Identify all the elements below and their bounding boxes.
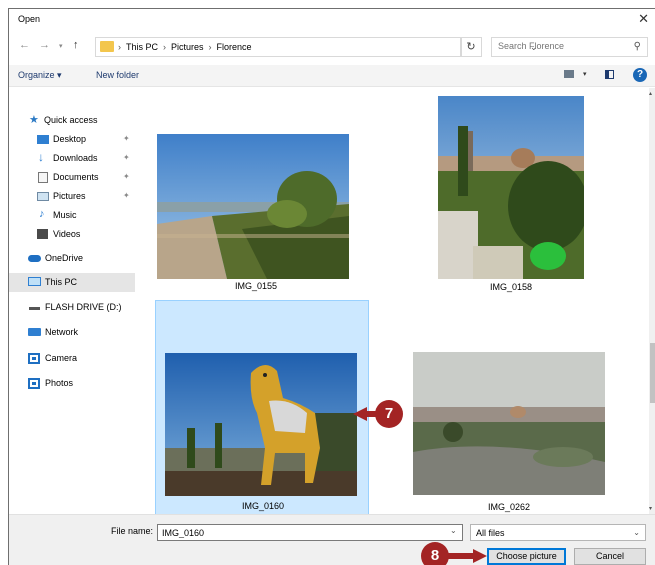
photo-thumbnail [438,96,584,279]
refresh-button[interactable]: ↻ [460,37,482,57]
pin-icon: ✦ [123,191,130,200]
search-box[interactable]: ⚲ [491,37,648,57]
callout-arrow-8 [445,549,487,563]
file-name-dropdown-icon[interactable]: ⌄ [450,526,457,535]
search-icon: ⚲ [633,41,641,52]
file-tile-img-0158[interactable]: IMG_0158 [431,96,591,296]
documents-icon [38,172,48,183]
download-icon: ↓ [38,150,44,164]
window-title: Open [18,14,41,24]
computer-icon [28,277,41,286]
sidebar-item-downloads[interactable]: ↓ Downloads ✦ [9,149,135,168]
address-row: ← → ▾ ↑ ›This PC›Pictures›Florence ⌄ ↻ ⚲ [9,34,655,60]
file-tile-img-0160[interactable]: IMG_0160 [155,300,369,515]
sidebar-item-music[interactable]: ♪ Music [9,206,135,225]
view-options-chevron-icon[interactable]: ▾ [583,70,587,78]
step-7-callout: 7 [375,400,403,428]
back-arrow-icon[interactable]: ← [19,39,30,51]
scroll-up-icon[interactable]: ▴ [649,90,652,97]
folder-icon [100,41,114,52]
organize-menu[interactable]: Organize ▾ [18,70,62,81]
file-name-label: IMG_0160 [241,501,285,511]
breadcrumb-this-pc[interactable]: This PC [126,42,158,52]
dialog-footer: File name: ⌄ All files ⌄ Choose picture … [9,514,655,565]
videos-icon [37,229,48,239]
file-name-label: IMG_0262 [487,502,531,512]
file-name-field[interactable] [157,524,463,541]
onedrive-cloud-icon [28,255,41,262]
forward-arrow-icon[interactable]: → [39,39,50,51]
recent-locations-chevron-icon[interactable]: ▾ [59,42,63,50]
file-view: IMG_0155 IMG_0158 IMG_0160 IMG_0262 7 [136,88,655,515]
sidebar-item-desktop[interactable]: Desktop ✦ [9,130,135,149]
address-bar[interactable]: › This PC › Pictures › Florence ⌄ [95,37,538,57]
up-arrow-icon[interactable]: ↑ [73,39,79,51]
network-icon [28,328,41,336]
change-view-icon[interactable] [564,70,574,78]
sidebar-item-quick-access[interactable]: ★ Quick access [9,111,135,130]
file-type-select[interactable]: All files ⌄ [470,524,646,541]
pictures-icon [37,192,49,201]
sidebar-item-onedrive[interactable]: OneDrive [9,249,135,268]
scroll-down-icon[interactable]: ▾ [649,505,652,512]
vertical-scrollbar[interactable]: ▴ ▾ [649,88,655,514]
star-icon: ★ [29,114,39,126]
breadcrumb-florence[interactable]: Florence [217,42,252,52]
sidebar-item-flash-drive[interactable]: FLASH DRIVE (D:) [9,298,135,317]
sidebar-item-network[interactable]: Network [9,323,135,342]
sidebar-item-this-pc[interactable]: This PC [9,273,135,292]
breadcrumb-pictures[interactable]: Pictures [171,42,204,52]
breadcrumb: › This PC › Pictures › Florence [118,42,252,52]
preview-pane-icon[interactable] [605,70,614,79]
scroll-thumb[interactable] [650,343,655,403]
pin-icon: ✦ [123,134,130,143]
close-icon[interactable]: ✕ [638,11,649,27]
command-bar: Organize ▾ New folder ▾ ? [9,65,655,87]
choose-picture-button[interactable]: Choose picture [487,548,566,565]
sidebar-item-camera[interactable]: Camera [9,349,135,368]
title-bar: Open ✕ [9,9,655,31]
pin-icon: ✦ [123,153,130,162]
file-type-value: All files [476,528,505,538]
chevron-down-icon: ⌄ [633,528,640,537]
desktop-icon [37,135,49,144]
sidebar-item-pictures[interactable]: Pictures ✦ [9,187,135,206]
usb-drive-icon [29,307,40,310]
sidebar-item-photos[interactable]: Photos [9,374,135,393]
file-tile-img-0155[interactable]: IMG_0155 [151,128,361,293]
help-icon[interactable]: ? [633,68,647,82]
photo-thumbnail [157,134,349,279]
sidebar-item-documents[interactable]: Documents ✦ [9,168,135,187]
cancel-button[interactable]: Cancel [574,548,646,565]
file-name-label: IMG_0158 [489,282,533,292]
sidebar-item-videos[interactable]: Videos [9,225,135,244]
file-name-label: IMG_0155 [234,281,278,291]
file-tile-img-0262[interactable]: IMG_0262 [409,346,609,516]
open-dialog: Open ✕ ← → ▾ ↑ › This PC › Pictures › Florenc… [8,8,655,565]
new-folder-button[interactable]: New folder [96,70,139,80]
file-name-label: File name: [111,526,154,536]
camera-icon [28,353,40,364]
search-input[interactable] [498,41,618,51]
pin-icon: ✦ [123,172,130,181]
photo-thumbnail [165,353,357,496]
photos-icon [28,378,40,389]
navigation-pane: ★ Quick access Desktop ✦ ↓ Downloads ✦ D… [9,88,135,508]
music-icon: ♪ [39,208,45,220]
photo-thumbnail [413,352,605,495]
step-8-callout: 8 [421,542,449,565]
